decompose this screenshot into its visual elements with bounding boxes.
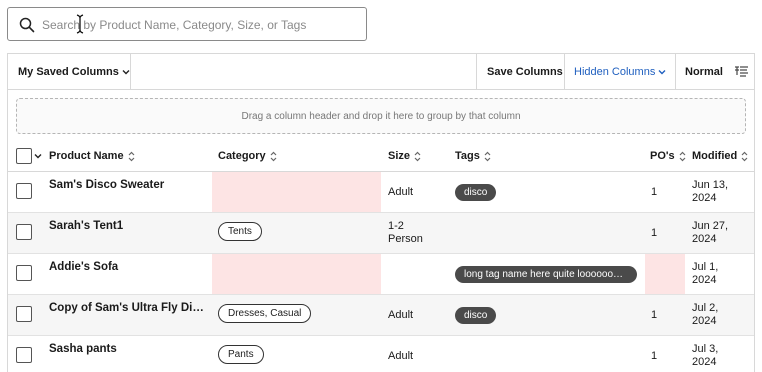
table-row[interactable]: Addie's Sofa long tag name here quite lo… <box>8 254 754 295</box>
column-header-pos[interactable]: PO's <box>650 140 686 172</box>
table-row[interactable]: Copy of Sam's Ultra Fly Disco Sweater Dr… <box>8 295 754 336</box>
tag-chip: long tag name here quite looooooooong <box>455 265 637 283</box>
category-chip: Tents <box>218 222 262 241</box>
product-grid: My Saved Columns Save Columns Hidden Col… <box>7 53 755 372</box>
row-checkbox[interactable] <box>16 183 32 199</box>
column-header-size[interactable]: Size <box>388 140 421 172</box>
pos-cell: 1 <box>651 350 658 362</box>
size-cell: Adult <box>388 309 414 321</box>
category-cell: Tents <box>218 213 262 253</box>
category-cell: Pants <box>218 336 264 372</box>
column-header-modified[interactable]: Modified <box>692 140 748 172</box>
modified-year: 2024 <box>692 192 717 204</box>
modified-cell: Jul 1, 2024 <box>692 254 718 294</box>
sort-icon <box>414 151 421 161</box>
sort-icon <box>679 151 686 161</box>
row-checkbox[interactable] <box>16 347 32 363</box>
modified-date: Jul 3, <box>692 343 719 355</box>
modified-date: Jun 13, <box>692 179 729 191</box>
grid-toolbar: My Saved Columns Save Columns Hidden Col… <box>8 54 754 90</box>
size-cell: 1-2 Person <box>388 213 423 253</box>
column-label: Category <box>218 150 266 162</box>
sort-icon <box>484 151 491 161</box>
density-toggle[interactable]: Normal <box>685 54 748 89</box>
column-label: Modified <box>692 150 738 162</box>
column-header-product-name[interactable]: Product Name <box>49 140 135 172</box>
sort-icon <box>741 151 748 161</box>
size-line: 1-2 <box>388 220 404 232</box>
toolbar-divider <box>130 54 131 89</box>
hidden-columns-dropdown[interactable]: Hidden Columns <box>574 54 666 89</box>
toolbar-divider <box>476 54 477 89</box>
tags-cell: long tag name here quite looooooooong <box>455 254 637 294</box>
modified-cell: Jul 2, 2024 <box>692 295 718 335</box>
chevron-down-icon <box>658 69 666 74</box>
product-name-cell[interactable]: Sam's Disco Sweater <box>49 172 209 212</box>
tags-cell: disco <box>455 295 497 335</box>
modified-date: Jun 27, <box>692 220 729 232</box>
sort-icon <box>128 151 135 161</box>
saved-columns-dropdown[interactable]: My Saved Columns <box>18 54 130 89</box>
tags-cell: disco <box>455 172 497 212</box>
sort-icon <box>270 151 277 161</box>
size-cell: Adult <box>388 186 414 198</box>
modified-year: 2024 <box>692 356 717 368</box>
table-row[interactable]: Sam's Disco Sweater Adult disco 1 Jun 13… <box>8 172 754 213</box>
column-label: Size <box>388 150 411 162</box>
modified-date: Jul 2, <box>692 302 719 314</box>
modified-year: 2024 <box>692 274 717 286</box>
product-name-cell[interactable]: Sasha pants <box>49 336 209 372</box>
size-cell: Adult <box>388 350 414 362</box>
missing-value-cell <box>212 254 381 294</box>
category-chip: Dresses, Casual <box>218 304 312 323</box>
missing-value-cell <box>212 172 381 212</box>
column-label: Product Name <box>49 150 124 162</box>
chevron-down-icon[interactable] <box>34 152 42 160</box>
product-name-cell[interactable]: Sarah's Tent1 <box>49 213 209 253</box>
column-header-tags[interactable]: Tags <box>455 140 491 172</box>
category-cell: Dresses, Casual <box>218 295 312 335</box>
pos-cell: 1 <box>651 186 658 198</box>
column-label: PO's <box>650 150 675 162</box>
table-row[interactable]: Sarah's Tent1 Tents 1-2 Person 1 Jun 27,… <box>8 213 754 254</box>
modified-cell: Jun 27, 2024 <box>692 213 728 253</box>
group-hint-text: Drag a column header and drop it here to… <box>241 110 521 122</box>
tag-chip: disco <box>455 306 497 324</box>
size-line: Person <box>388 233 423 245</box>
modified-year: 2024 <box>692 315 717 327</box>
modified-cell: Jul 3, 2024 <box>692 336 718 372</box>
toolbar-divider <box>675 54 676 89</box>
row-checkbox[interactable] <box>16 306 32 322</box>
category-chip: Pants <box>218 345 264 364</box>
missing-value-cell <box>645 254 685 294</box>
hidden-columns-label: Hidden Columns <box>574 65 656 78</box>
saved-columns-label: My Saved Columns <box>18 65 119 78</box>
density-lines-icon <box>734 66 748 77</box>
chevron-down-icon <box>122 69 130 74</box>
row-checkbox[interactable] <box>16 265 32 281</box>
modified-year: 2024 <box>692 233 717 245</box>
save-columns-label: Save Columns <box>487 65 563 78</box>
row-checkbox[interactable] <box>16 224 32 240</box>
group-drop-zone[interactable]: Drag a column header and drop it here to… <box>16 98 746 134</box>
tag-chip: disco <box>455 183 497 201</box>
column-label: Tags <box>455 150 480 162</box>
product-name-cell[interactable]: Addie's Sofa <box>49 254 209 294</box>
search-input[interactable] <box>42 15 360 35</box>
select-all-checkbox[interactable] <box>16 148 32 164</box>
search-box[interactable] <box>7 7 367 41</box>
modified-cell: Jun 13, 2024 <box>692 172 728 212</box>
toolbar-divider <box>564 54 565 89</box>
pos-cell: 1 <box>651 309 658 321</box>
pos-cell: 1 <box>651 227 658 239</box>
search-icon <box>19 17 35 33</box>
modified-date: Jul 1, <box>692 261 719 273</box>
save-columns-button[interactable]: Save Columns <box>487 54 563 89</box>
density-label: Normal <box>685 65 723 78</box>
table-header: Product Name Category Size Tags PO's Mod… <box>8 140 754 172</box>
product-name-cell[interactable]: Copy of Sam's Ultra Fly Disco Sweater <box>49 295 207 335</box>
text-cursor-icon <box>76 14 84 34</box>
table-row[interactable]: Sasha pants Pants Adult 1 Jul 3, 2024 <box>8 336 754 372</box>
column-header-category[interactable]: Category <box>218 140 277 172</box>
